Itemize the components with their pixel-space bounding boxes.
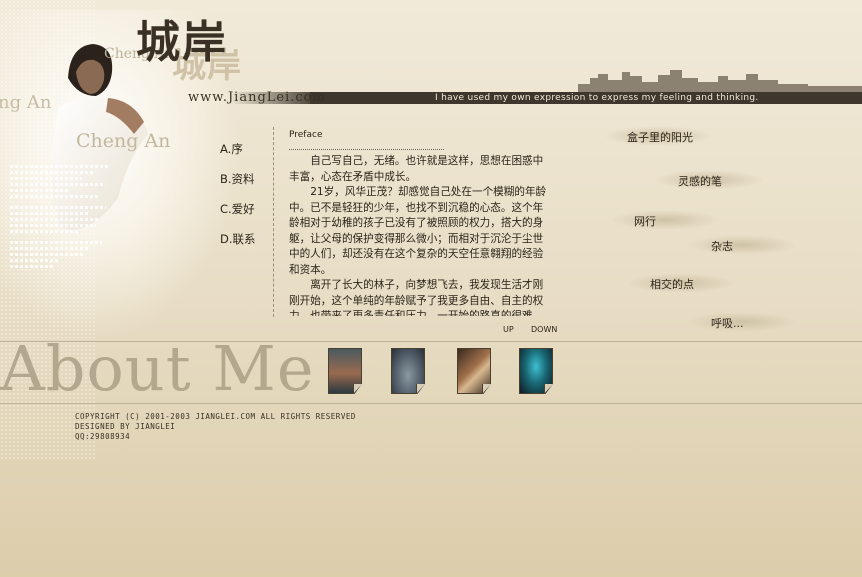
deco-name-3: Cheng An — [76, 130, 171, 152]
nav-divider — [273, 127, 274, 317]
link-magazine[interactable]: 杂志 — [687, 235, 797, 255]
thumbnail-sunset[interactable] — [328, 348, 362, 394]
scroll-down-button[interactable]: DOWN — [531, 325, 557, 334]
footer: COPYRIGHT (C) 2001-2003 JIANGLEI.COM ALL… — [75, 412, 356, 442]
copyright-text: COPYRIGHT (C) 2001-2003 JIANGLEI.COM ALL… — [75, 412, 356, 421]
thumbnail-screen[interactable] — [519, 348, 553, 394]
deco-tiny-text — [10, 162, 120, 271]
content-heading: Preface — [289, 130, 323, 140]
link-web-travel[interactable]: 网行 — [610, 210, 720, 230]
tagline: I have used my own expression to express… — [435, 93, 759, 103]
nav-item-preface[interactable]: A.序 — [220, 141, 243, 157]
heading-rule — [289, 149, 444, 150]
bottom-rule-bottom — [0, 403, 862, 404]
contact-qq: QQ:29808934 — [75, 432, 131, 441]
thumbnail-guitar[interactable] — [457, 348, 491, 394]
site-title: 城岸 — [136, 17, 228, 68]
nav-item-contact[interactable]: D.联系 — [220, 231, 256, 247]
scroll-up-button[interactable]: UP — [503, 325, 514, 334]
nav-item-hobbies[interactable]: C.爱好 — [220, 201, 255, 217]
article-text[interactable]: 自己写自己，无绪。也许就是这样，思想在困惑中丰富，心态在矛盾中成长。 21岁，风… — [289, 154, 553, 316]
article-paragraph: 21岁，风华正茂？却感觉自己处在一个模糊的年龄中。已不是轻狂的少年，也找不到沉稳… — [289, 186, 547, 276]
site-url[interactable]: www.JiangLei.com — [188, 90, 326, 105]
designer-credit: DESIGNED BY JIANGLEI — [75, 422, 176, 431]
article-paragraph: 自己写自己，无绪。也许就是这样，思想在困惑中丰富，心态在矛盾中成长。 — [289, 155, 544, 183]
link-inspiration-pen[interactable]: 灵感的笔 — [654, 170, 764, 190]
thumbnail-eye[interactable] — [391, 348, 425, 394]
article-paragraph: 离开了长大的林子，向梦想飞去，我发现生活才刚刚开始，这个单纯的年龄赋予了我更多自… — [289, 279, 544, 316]
link-breath[interactable]: 呼吸... — [687, 312, 797, 332]
nav-item-profile[interactable]: B.资料 — [220, 171, 255, 187]
city-skyline — [578, 70, 862, 92]
link-intersection[interactable]: 相交的点 — [626, 273, 736, 293]
deco-name-2: ng An — [0, 92, 52, 113]
about-me-title: About Me — [0, 332, 315, 405]
link-sunshine-in-box[interactable]: 盒子里的阳光 — [603, 126, 713, 146]
